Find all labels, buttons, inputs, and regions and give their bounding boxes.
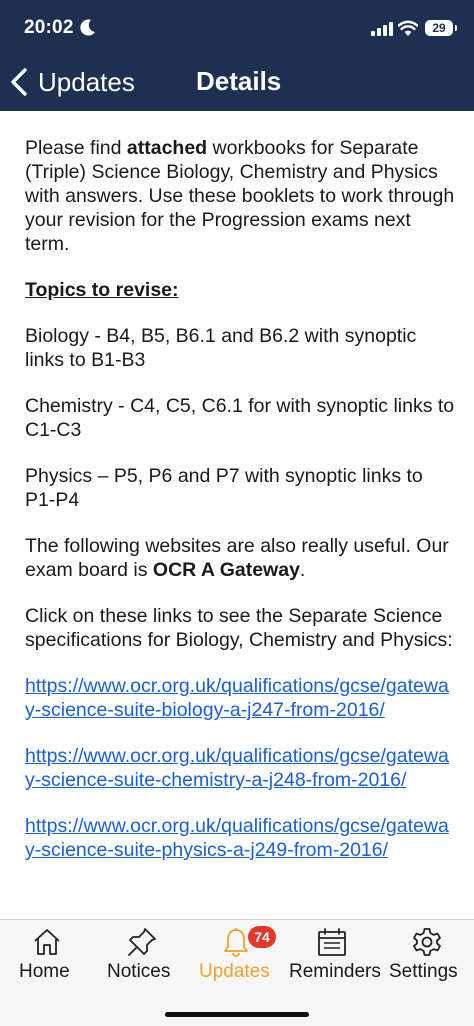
tab-updates-label: Updates bbox=[199, 961, 270, 982]
biology-spec-link[interactable]: https://www.ocr.org.uk/qualifications/gc… bbox=[25, 674, 455, 722]
calendar-icon bbox=[318, 928, 346, 956]
tab-settings[interactable]: Settings bbox=[380, 920, 474, 990]
exam-board: OCR A Gateway bbox=[152, 559, 300, 581]
updates-count-badge: 74 bbox=[248, 926, 276, 948]
chemistry-spec-link[interactable]: https://www.ocr.org.uk/qualifications/gc… bbox=[25, 744, 455, 792]
chemistry-topics: Chemistry - C4, C5, C6.1 for with synopt… bbox=[25, 395, 455, 441]
tab-reminders-label: Reminders bbox=[289, 961, 381, 982]
moon-icon bbox=[80, 19, 95, 36]
update-body: Please find attached workbooks for Separ… bbox=[25, 136, 455, 919]
status-bar: 20:02 29 bbox=[0, 0, 474, 58]
bell-icon bbox=[224, 928, 248, 957]
back-button-label: Updates bbox=[38, 66, 135, 97]
tab-bar: Home Notices 74 Updates Reminders Settin… bbox=[0, 919, 474, 1026]
tab-reminders[interactable]: Reminders bbox=[285, 920, 381, 990]
wifi-icon bbox=[398, 20, 418, 36]
app-header: 20:02 29 Updates Details bbox=[0, 0, 474, 111]
tab-home[interactable]: Home bbox=[0, 920, 95, 990]
home-icon bbox=[34, 929, 60, 955]
tab-updates[interactable]: 74 Updates bbox=[190, 920, 285, 990]
websites-paragraph: The following websites are also really u… bbox=[25, 535, 449, 581]
home-indicator bbox=[165, 1012, 309, 1017]
tab-notices-label: Notices bbox=[107, 961, 171, 982]
tab-home-label: Home bbox=[19, 961, 70, 982]
links-intro: Click on these links to see the Separate… bbox=[25, 605, 453, 651]
topics-heading: Topics to revise: bbox=[25, 279, 179, 301]
signal-icon bbox=[371, 22, 393, 36]
pin-icon bbox=[128, 928, 156, 956]
biology-topics: Biology - B4, B5, B6.1 and B6.2 with syn… bbox=[25, 325, 417, 371]
back-button[interactable]: Updates bbox=[10, 64, 135, 100]
gear-icon bbox=[413, 928, 441, 956]
battery-indicator: 29 bbox=[425, 20, 457, 36]
tab-settings-label: Settings bbox=[389, 961, 458, 982]
chevron-left-icon bbox=[11, 68, 27, 96]
tab-notices[interactable]: Notices bbox=[95, 920, 190, 990]
intro-paragraph: Please find attached workbooks for Separ… bbox=[25, 137, 455, 255]
physics-topics: Physics – P5, P6 and P7 with synoptic li… bbox=[25, 465, 423, 511]
page-title: Details bbox=[196, 66, 282, 96]
status-time: 20:02 bbox=[24, 17, 74, 38]
physics-spec-link[interactable]: https://www.ocr.org.uk/qualifications/gc… bbox=[25, 814, 455, 862]
